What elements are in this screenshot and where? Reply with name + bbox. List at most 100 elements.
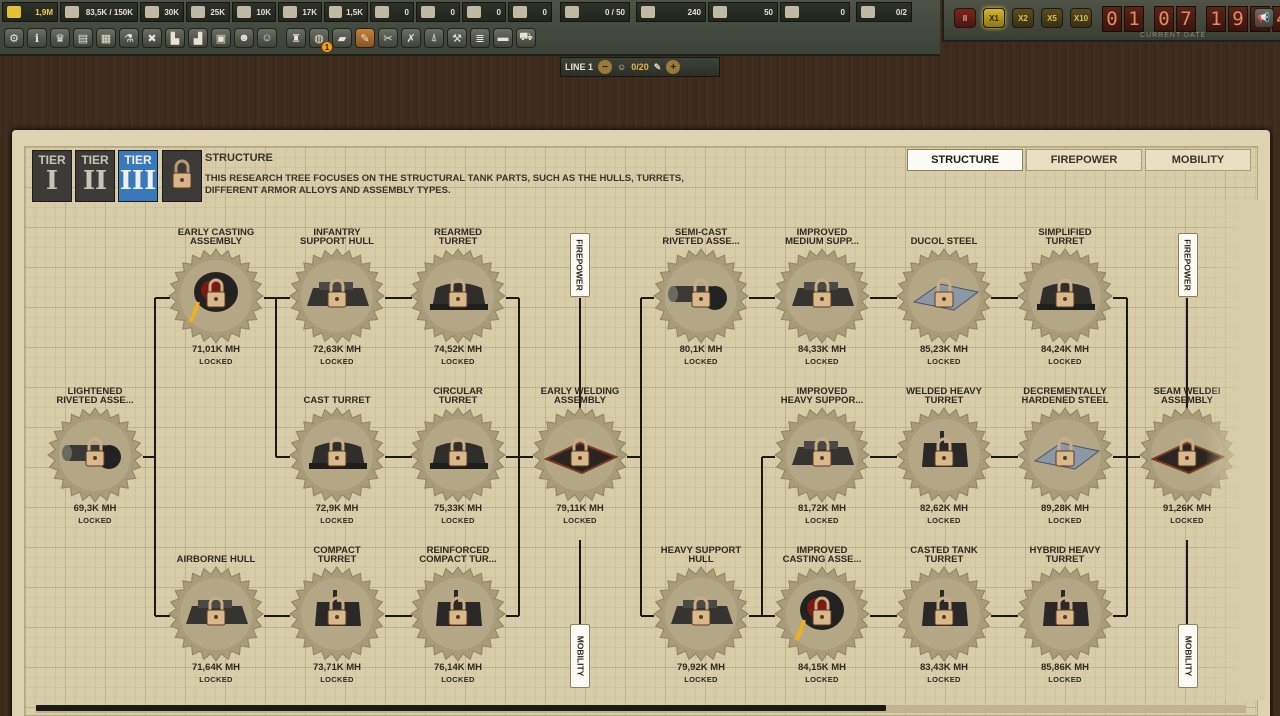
research-node-improved-casting-assembly[interactable]: IMPROVED CASTING ASSE... 84,15K MH LOCKED: [771, 546, 873, 706]
node-cost: 80,1K MH: [679, 344, 723, 355]
node-cost: 76,14K MH: [433, 662, 483, 673]
node-cost: 84,33K MH: [797, 344, 847, 355]
node-name: CAST TURRET: [303, 395, 371, 406]
research-node-early-welding-assembly[interactable]: EARLY WELDING ASSEMBLY 79,11K MH LOCKED: [529, 387, 631, 547]
node-status: LOCKED: [927, 675, 961, 684]
research-node-improved-medium-support[interactable]: IMPROVED MEDIUM SUPP... 84,33K MH LOCKED: [771, 228, 873, 388]
research-node-compact-turret[interactable]: COMPACT TURRET 73,71K MH LOCKED: [286, 546, 388, 706]
node-cost: 85,86K MH: [1040, 662, 1090, 673]
node-cost: 74,52K MH: [433, 344, 483, 355]
node-cost: 79,11K MH: [556, 503, 604, 514]
gate-label: FIREPOWER: [575, 239, 586, 291]
gate-label: FIREPOWER: [1183, 239, 1194, 291]
node-status: LOCKED: [441, 516, 475, 525]
research-node-lightened-riveted-assembly[interactable]: LIGHTENED RIVETED ASSE... 69,3K MH LOCKED: [44, 387, 146, 547]
research-node-hybrid-heavy-turret[interactable]: HYBRID HEAVY TURRET 85,86K MH LOCKED: [1014, 546, 1116, 706]
gear-icon: [1017, 566, 1113, 662]
node-cost: 71,64K MH: [191, 662, 241, 673]
research-node-early-casting-assembly[interactable]: EARLY CASTING ASSEMBLY 71,01K MH LOCKED: [165, 228, 267, 388]
node-name: EARLY WELDING ASSEMBLY: [540, 386, 620, 406]
node-name: EARLY CASTING ASSEMBLY: [177, 227, 255, 247]
node-name: SEMI-CAST RIVETED ASSE...: [662, 227, 740, 247]
node-cost: 85,23K MH: [919, 344, 969, 355]
node-status: LOCKED: [684, 357, 718, 366]
research-node-heavy-support-hull[interactable]: HEAVY SUPPORT HULL 79,92K MH LOCKED: [650, 546, 752, 706]
research-node-circular-turret[interactable]: CIRCULAR TURRET 75,33K MH LOCKED: [407, 387, 509, 547]
research-node-welded-heavy-turret[interactable]: WELDED HEAVY TURRET 82,62K MH LOCKED: [893, 387, 995, 547]
research-node-rearmed-turret[interactable]: REARMED TURRET 74,52K MH LOCKED: [407, 228, 509, 388]
node-cost: 75,33K MH: [433, 503, 483, 514]
node-status: LOCKED: [927, 357, 961, 366]
gate-label: MOBILITY: [575, 635, 586, 677]
research-node-ducol-steel[interactable]: DUCOL STEEL 85,23K MH LOCKED: [893, 228, 995, 388]
gate-mobility-right[interactable]: MOBILITY: [1178, 624, 1198, 688]
gear-icon: [774, 248, 870, 344]
node-name: HEAVY SUPPORT HULL: [660, 545, 742, 565]
gear-icon: [896, 407, 992, 503]
research-node-airborne-hull[interactable]: AIRBORNE HULL 71,64K MH LOCKED: [165, 546, 267, 706]
gear-icon: [532, 407, 628, 503]
research-node-decrementally-hardened-steel[interactable]: DECREMENTALLY HARDENED STEEL 89,28K MH LOC…: [1014, 387, 1116, 547]
gate-mobility-left[interactable]: MOBILITY: [570, 624, 590, 688]
research-node-cast-turret[interactable]: CAST TURRET 72,9K MH LOCKED: [286, 387, 388, 547]
node-cost: 89,28K MH: [1040, 503, 1090, 514]
gear-icon: [1017, 248, 1113, 344]
node-status: LOCKED: [199, 357, 233, 366]
gate-label: MOBILITY: [1183, 635, 1194, 677]
node-status: LOCKED: [805, 516, 839, 525]
node-status: LOCKED: [199, 675, 233, 684]
gear-icon: [168, 248, 264, 344]
node-name: SIMPLIFIED TURRET: [1038, 227, 1092, 247]
gate-firepower-left[interactable]: FIREPOWER: [570, 233, 590, 297]
gate-firepower-right[interactable]: FIREPOWER: [1178, 233, 1198, 297]
node-status: LOCKED: [805, 675, 839, 684]
node-status: LOCKED: [320, 675, 354, 684]
gear-icon: [1017, 407, 1113, 503]
node-cost: 83,43K MH: [919, 662, 969, 673]
gear-icon: [410, 566, 506, 662]
node-status: LOCKED: [1048, 357, 1082, 366]
node-status: LOCKED: [78, 516, 112, 525]
node-status: LOCKED: [441, 675, 475, 684]
node-name: INFANTRY SUPPORT HULL: [300, 227, 374, 247]
node-cost: 79,92K MH: [676, 662, 726, 673]
node-name: LIGHTENED RIVETED ASSE...: [56, 386, 134, 406]
node-name: WELDED HEAVY TURRET: [906, 386, 982, 406]
node-name: DECREMENTALLY HARDENED STEEL: [1021, 386, 1109, 406]
node-status: LOCKED: [805, 357, 839, 366]
node-cost: 72,9K MH: [315, 503, 359, 514]
node-name: COMPACT TURRET: [313, 545, 361, 565]
gear-icon: [168, 566, 264, 662]
node-status: LOCKED: [563, 516, 597, 525]
node-name: HYBRID HEAVY TURRET: [1029, 545, 1101, 565]
node-status: LOCKED: [441, 357, 475, 366]
tree-fade-edge: [1205, 200, 1265, 700]
research-node-semi-cast-riveted-assembly[interactable]: SEMI-CAST RIVETED ASSE... 80,1K MH LOCKED: [650, 228, 752, 388]
node-name: REARMED TURRET: [433, 227, 483, 247]
gear-icon: [410, 407, 506, 503]
node-cost: 72,63K MH: [312, 344, 362, 355]
node-name: IMPROVED MEDIUM SUPP...: [785, 227, 859, 247]
gear-icon: [653, 566, 749, 662]
node-status: LOCKED: [320, 357, 354, 366]
node-cost: 84,15K MH: [797, 662, 847, 673]
node-name: CIRCULAR TURRET: [433, 386, 483, 406]
node-cost: 73,71K MH: [312, 662, 362, 673]
node-name: IMPROVED CASTING ASSE...: [782, 545, 862, 565]
research-node-simplified-turret[interactable]: SIMPLIFIED TURRET 84,24K MH LOCKED: [1014, 228, 1116, 388]
research-node-reinforced-compact-turret[interactable]: REINFORCED COMPACT TUR... 76,14K MH LOCKED: [407, 546, 509, 706]
gear-icon: [653, 248, 749, 344]
research-node-improved-heavy-support[interactable]: IMPROVED HEAVY SUPPOR... 81,72K MH LOCKED: [771, 387, 873, 547]
gear-icon: [774, 407, 870, 503]
gear-icon: [289, 407, 385, 503]
research-node-casted-tank-turret[interactable]: CASTED TANK TURRET 83,43K MH LOCKED: [893, 546, 995, 706]
node-cost: 81,72K MH: [797, 503, 847, 514]
gear-icon: [410, 248, 506, 344]
research-node-infantry-support-hull[interactable]: INFANTRY SUPPORT HULL 72,63K MH LOCKED: [286, 228, 388, 388]
node-cost: 71,01K MH: [191, 344, 241, 355]
node-status: LOCKED: [684, 675, 718, 684]
gear-icon: [47, 407, 143, 503]
scrollbar-thumb[interactable]: [36, 705, 886, 711]
node-cost: 82,62K MH: [919, 503, 969, 514]
node-status: LOCKED: [1048, 675, 1082, 684]
